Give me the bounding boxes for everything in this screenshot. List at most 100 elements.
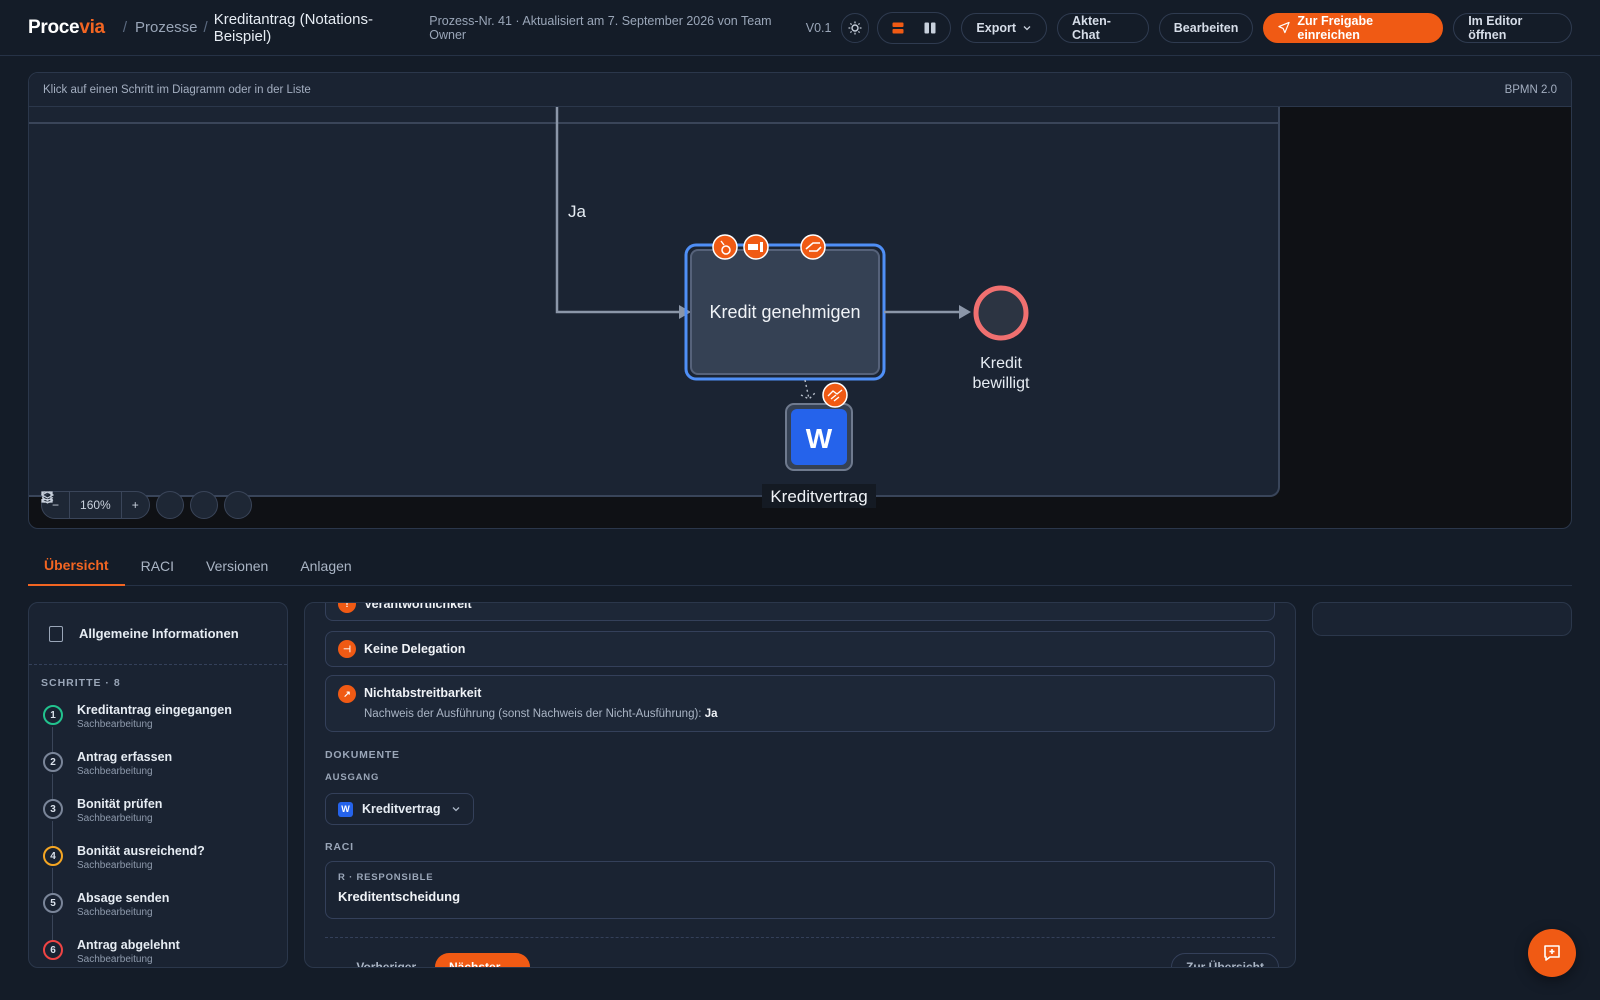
- zoom-level: 160%: [69, 492, 122, 518]
- step-title: Antrag erfassen: [77, 750, 173, 764]
- step-number: 3: [43, 799, 63, 819]
- edit-button[interactable]: Bearbeiten: [1158, 12, 1254, 43]
- breadcrumb-separator: /: [122, 19, 127, 36]
- property-card-responsibility: ! Verantwortlichkeit: [325, 602, 1275, 621]
- step-number: 5: [43, 893, 63, 913]
- next-step-button[interactable]: Nächster →: [435, 953, 530, 967]
- steps-title: SCHRITTE · 8: [41, 677, 121, 689]
- handshake-marker-icon[interactable]: [822, 382, 848, 408]
- tab-versions[interactable]: Versionen: [190, 546, 284, 586]
- raci-responsible-card: R · RESPONSIBLE Kreditentscheidung: [325, 861, 1275, 919]
- zoom-controls: − 160% +: [41, 491, 252, 519]
- stacked-view-button[interactable]: [884, 16, 912, 40]
- process-diagram-panel: Klick auf einen Schritt im Diagramm oder…: [28, 72, 1572, 529]
- responsibility-marker-icon[interactable]: [712, 234, 738, 260]
- document-icon: [49, 625, 63, 642]
- documents-heading: DOKUMENTE: [325, 749, 400, 761]
- tab-attachments[interactable]: Anlagen: [284, 546, 367, 586]
- raci-role-value: Kreditentscheidung: [338, 889, 461, 904]
- step-role: Sachbearbeitung: [77, 860, 153, 871]
- end-event-kredit-bewilligt[interactable]: [973, 285, 1029, 341]
- word-doc-icon: W: [806, 423, 833, 454]
- document-kreditvertrag[interactable]: W: [785, 403, 853, 471]
- zoom-group: − 160% +: [41, 491, 150, 519]
- raci-heading: RACI: [325, 841, 354, 853]
- sun-icon: [848, 21, 862, 34]
- theme-toggle-button[interactable]: [841, 12, 870, 43]
- responsibility-icon: !: [338, 603, 356, 613]
- app-logo[interactable]: Procevia: [28, 17, 105, 39]
- divider: [325, 937, 1275, 938]
- general-info-label: Allgemeine Informationen: [79, 626, 239, 641]
- step-title: Bonität ausreichend?: [77, 844, 205, 858]
- stacked-layout-icon: [892, 22, 904, 33]
- sidebar-step-3[interactable]: 3 Bonität prüfen Sachbearbeitung: [29, 791, 287, 847]
- open-in-editor-button[interactable]: Im Editor öffnen: [1453, 12, 1572, 43]
- non-repudiation-icon: ↗: [338, 685, 356, 703]
- back-to-overview-button[interactable]: Zur Übersicht: [1171, 953, 1280, 967]
- layers-button[interactable]: [41, 491, 218, 519]
- property-title: Verantwortlichkeit: [364, 602, 472, 611]
- send-icon: [1278, 21, 1291, 34]
- sidebar-step-5[interactable]: 5 Absage senden Sachbearbeitung: [29, 885, 287, 941]
- sidebar-step-1[interactable]: 1 Kreditantrag eingegangen Sachbearbeitu…: [29, 697, 287, 753]
- step-role: Sachbearbeitung: [77, 766, 153, 777]
- end-event-label-line2: bewilligt: [973, 375, 1030, 392]
- breadcrumb-parent[interactable]: Prozesse: [135, 19, 198, 36]
- tab-raci[interactable]: RACI: [125, 546, 190, 586]
- general-info-item[interactable]: Allgemeine Informationen: [29, 603, 287, 665]
- export-button[interactable]: Export: [961, 12, 1047, 43]
- page-title: Kreditantrag (Notations-Beispiel): [213, 10, 373, 45]
- property-description: Nachweis der Ausführung (sonst Nachweis …: [364, 708, 718, 720]
- word-doc-icon: W: [338, 801, 353, 817]
- bpmn-diagram: Ja Kredit genehmigen Kredit bewilligt W …: [29, 107, 1278, 508]
- data-association: [800, 379, 816, 400]
- property-card-nonrepudiation: ↗ Nichtabstreitbarkeit Nachweis der Ausf…: [325, 675, 1275, 732]
- sidebar-step-2[interactable]: 2 Antrag erfassen Sachbearbeitung: [29, 744, 287, 800]
- view-layout-toggle: [877, 11, 952, 44]
- previous-step-button[interactable]: ← Vorheriger: [327, 953, 430, 967]
- task-kredit-genehmigen[interactable]: Kredit genehmigen: [684, 243, 886, 381]
- no-delegation-icon: ⊣: [338, 640, 356, 658]
- step-title: Kreditantrag eingegangen: [77, 703, 232, 717]
- document-name: Kreditvertrag: [362, 802, 441, 816]
- step-title: Absage senden: [77, 891, 170, 905]
- property-title: Nichtabstreitbarkeit: [364, 686, 482, 700]
- step-title: Antrag abgelehnt: [77, 938, 180, 952]
- top-bar: Procevia / Prozesse / Kreditantrag (Nota…: [0, 0, 1600, 56]
- akten-chat-button[interactable]: Akten-Chat: [1057, 12, 1149, 43]
- tab-overview[interactable]: Übersicht: [28, 546, 125, 586]
- process-meta: Prozess-Nr. 41 · Aktualisiert am 7. Sept…: [429, 13, 772, 42]
- chevron-down-icon: [452, 807, 459, 812]
- breadcrumb-separator: /: [203, 19, 208, 36]
- right-info-panel: [1312, 602, 1572, 636]
- step-role: Sachbearbeitung: [77, 719, 153, 730]
- sidebar-step-4[interactable]: 4 Bonität ausreichend? Sachbearbeitung: [29, 838, 287, 894]
- arrowhead-icon: [959, 305, 971, 319]
- end-event-label-line1: Kredit: [980, 355, 1022, 372]
- non-repudiation-marker-icon[interactable]: [800, 234, 826, 260]
- submit-for-approval-button[interactable]: Zur Freigabe einreichen: [1263, 12, 1444, 43]
- property-title: Keine Delegation: [364, 642, 466, 656]
- step-number: 4: [43, 846, 63, 866]
- fit-to-screen-button[interactable]: [41, 491, 184, 519]
- chat-fab-button[interactable]: [1528, 929, 1576, 977]
- no-delegation-marker-icon[interactable]: [743, 234, 769, 260]
- flow-label: Ja: [568, 202, 587, 221]
- output-heading: AUSGANG: [325, 772, 380, 783]
- step-role: Sachbearbeitung: [77, 954, 153, 965]
- step-role: Sachbearbeitung: [77, 907, 153, 918]
- document-dropdown[interactable]: W Kreditvertrag: [325, 793, 474, 825]
- raci-role-label: R · RESPONSIBLE: [338, 872, 434, 883]
- property-card-delegation: ⊣ Keine Delegation: [325, 631, 1275, 667]
- sidebar-step-6[interactable]: 6 Antrag abgelehnt Sachbearbeitung: [29, 932, 287, 967]
- document-label: Kreditvertrag: [770, 487, 867, 506]
- zoom-in-button[interactable]: +: [122, 492, 149, 518]
- step-role: Sachbearbeitung: [77, 813, 153, 824]
- legend-button[interactable]: [42, 491, 252, 519]
- step-title: Bonität prüfen: [77, 797, 163, 811]
- step-number: 1: [43, 705, 63, 725]
- version-badge: V0.1: [805, 20, 832, 35]
- task-label: Kredit genehmigen: [709, 302, 860, 322]
- split-view-button[interactable]: [916, 16, 944, 40]
